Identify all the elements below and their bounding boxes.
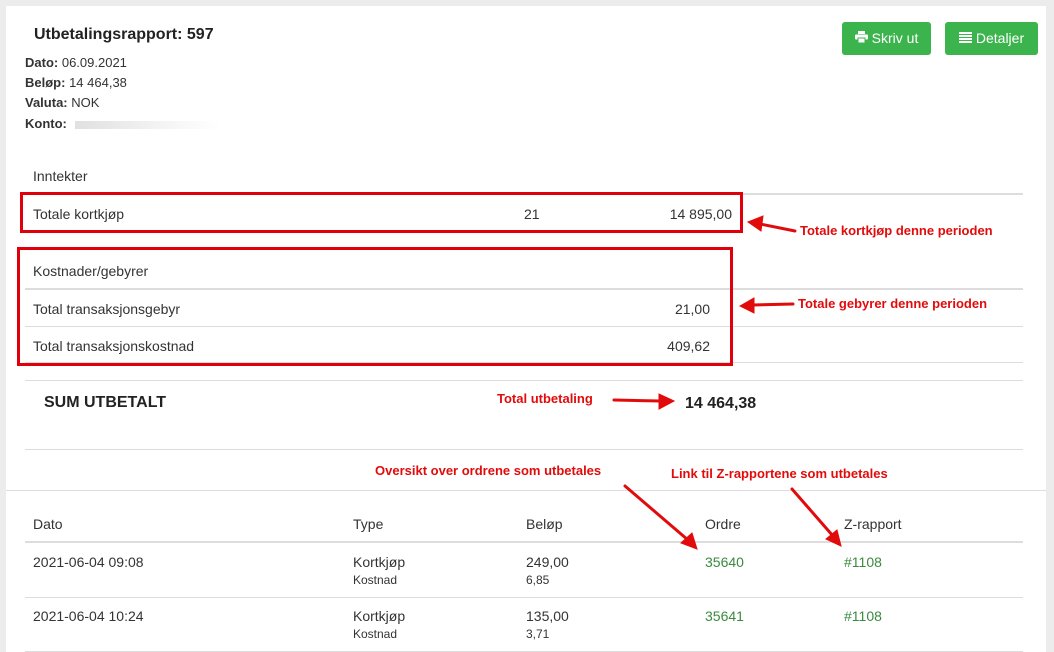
page-title: Utbetalingsrapport: 597 — [34, 26, 214, 43]
row-type: Kortkjøp — [353, 608, 406, 624]
income-heading: Inntekter — [33, 168, 88, 184]
print-button[interactable]: Skriv ut — [842, 22, 931, 55]
annotation-total: Total utbetaling — [497, 391, 593, 406]
column-header-date: Dato — [33, 516, 63, 532]
zreport-link[interactable]: #1108 — [844, 608, 882, 624]
column-header-type: Type — [353, 516, 384, 532]
row-subamount: 3,71 — [526, 627, 550, 641]
row-date: 2021-06-04 10:24 — [33, 608, 144, 624]
amount-label: Beløp: — [25, 75, 66, 90]
details-button-label: Detaljer — [975, 30, 1025, 46]
list-icon — [958, 22, 972, 55]
currency-label: Valuta: — [25, 95, 68, 110]
annotation-income: Totale kortkjøp denne perioden — [800, 223, 993, 238]
annotation-fees: Totale gebyrer denne perioden — [798, 296, 988, 311]
divider — [25, 541, 1023, 543]
amount-value: 14 464,38 — [69, 75, 127, 90]
print-button-label: Skriv ut — [871, 30, 919, 46]
divider — [25, 380, 1023, 381]
account-label: Konto: — [25, 116, 67, 131]
date-value: 06.09.2021 — [61, 55, 127, 70]
divider — [25, 597, 1023, 598]
row-amount: 249,00 — [526, 554, 569, 570]
order-link[interactable]: 35641 — [705, 608, 744, 624]
meta-date: Dato: 06.09.2021 — [25, 55, 127, 70]
highlight-costs — [17, 247, 733, 366]
row-subtype: Kostnad — [353, 627, 398, 641]
sum-label: SUM UTBETALT — [44, 394, 167, 411]
column-header-amount: Beløp — [526, 516, 563, 532]
row-amount: 135,00 — [526, 608, 569, 624]
currency-value: NOK — [71, 95, 100, 110]
zreport-link[interactable]: #1108 — [844, 554, 882, 570]
row-date: 2021-06-04 09:08 — [33, 554, 144, 570]
printer-icon — [854, 22, 868, 55]
column-header-order: Ordre — [705, 516, 741, 532]
meta-currency: Valuta: NOK — [25, 95, 99, 110]
account-value-redacted — [74, 120, 220, 129]
row-subamount: 6,85 — [526, 573, 550, 587]
annotation-zreports: Link til Z-rapportene som utbetales — [671, 466, 888, 481]
divider — [6, 490, 1046, 491]
meta-amount: Beløp: 14 464,38 — [25, 75, 127, 90]
details-button[interactable]: Detaljer — [945, 22, 1038, 55]
row-type: Kortkjøp — [353, 554, 406, 570]
sum-value: 14 464,38 — [685, 395, 757, 412]
divider — [25, 449, 1023, 450]
annotation-orders: Oversikt over ordrene som utbetales — [375, 463, 602, 478]
meta-account: Konto: — [25, 116, 220, 131]
date-label: Dato: — [25, 55, 59, 70]
highlight-income — [20, 192, 743, 233]
report-panel: Utbetalingsrapport: 597 Dato: 06.09.2021… — [6, 6, 1046, 652]
order-link[interactable]: 35640 — [705, 554, 744, 570]
row-subtype: Kostnad — [353, 573, 398, 587]
column-header-zreport: Z-rapport — [844, 516, 902, 532]
